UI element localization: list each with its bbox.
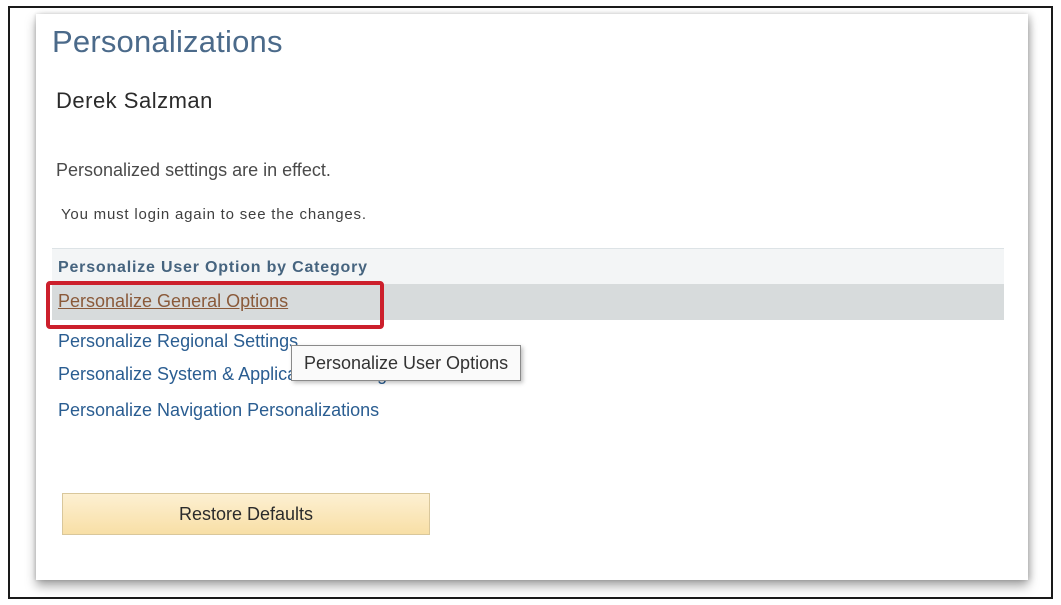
annotation-highlight-box — [46, 281, 384, 329]
restore-defaults-button[interactable]: Restore Defaults — [62, 493, 430, 535]
status-message: Personalized settings are in effect. — [56, 160, 331, 180]
page-title: Personalizations — [52, 24, 283, 59]
link-personalize-navigation-personalizations[interactable]: Personalize Navigation Personalizations — [58, 400, 379, 421]
login-notice: You must login again to see the changes. — [61, 206, 367, 223]
tooltip: Personalize User Options — [291, 345, 522, 381]
link-personalize-regional-settings[interactable]: Personalize Regional Settings — [58, 331, 298, 352]
category-section-title: Personalize User Option by Category — [58, 259, 368, 276]
category-section-header: Personalize User Option by Category — [52, 248, 1004, 285]
user-name: Derek Salzman — [56, 88, 213, 113]
